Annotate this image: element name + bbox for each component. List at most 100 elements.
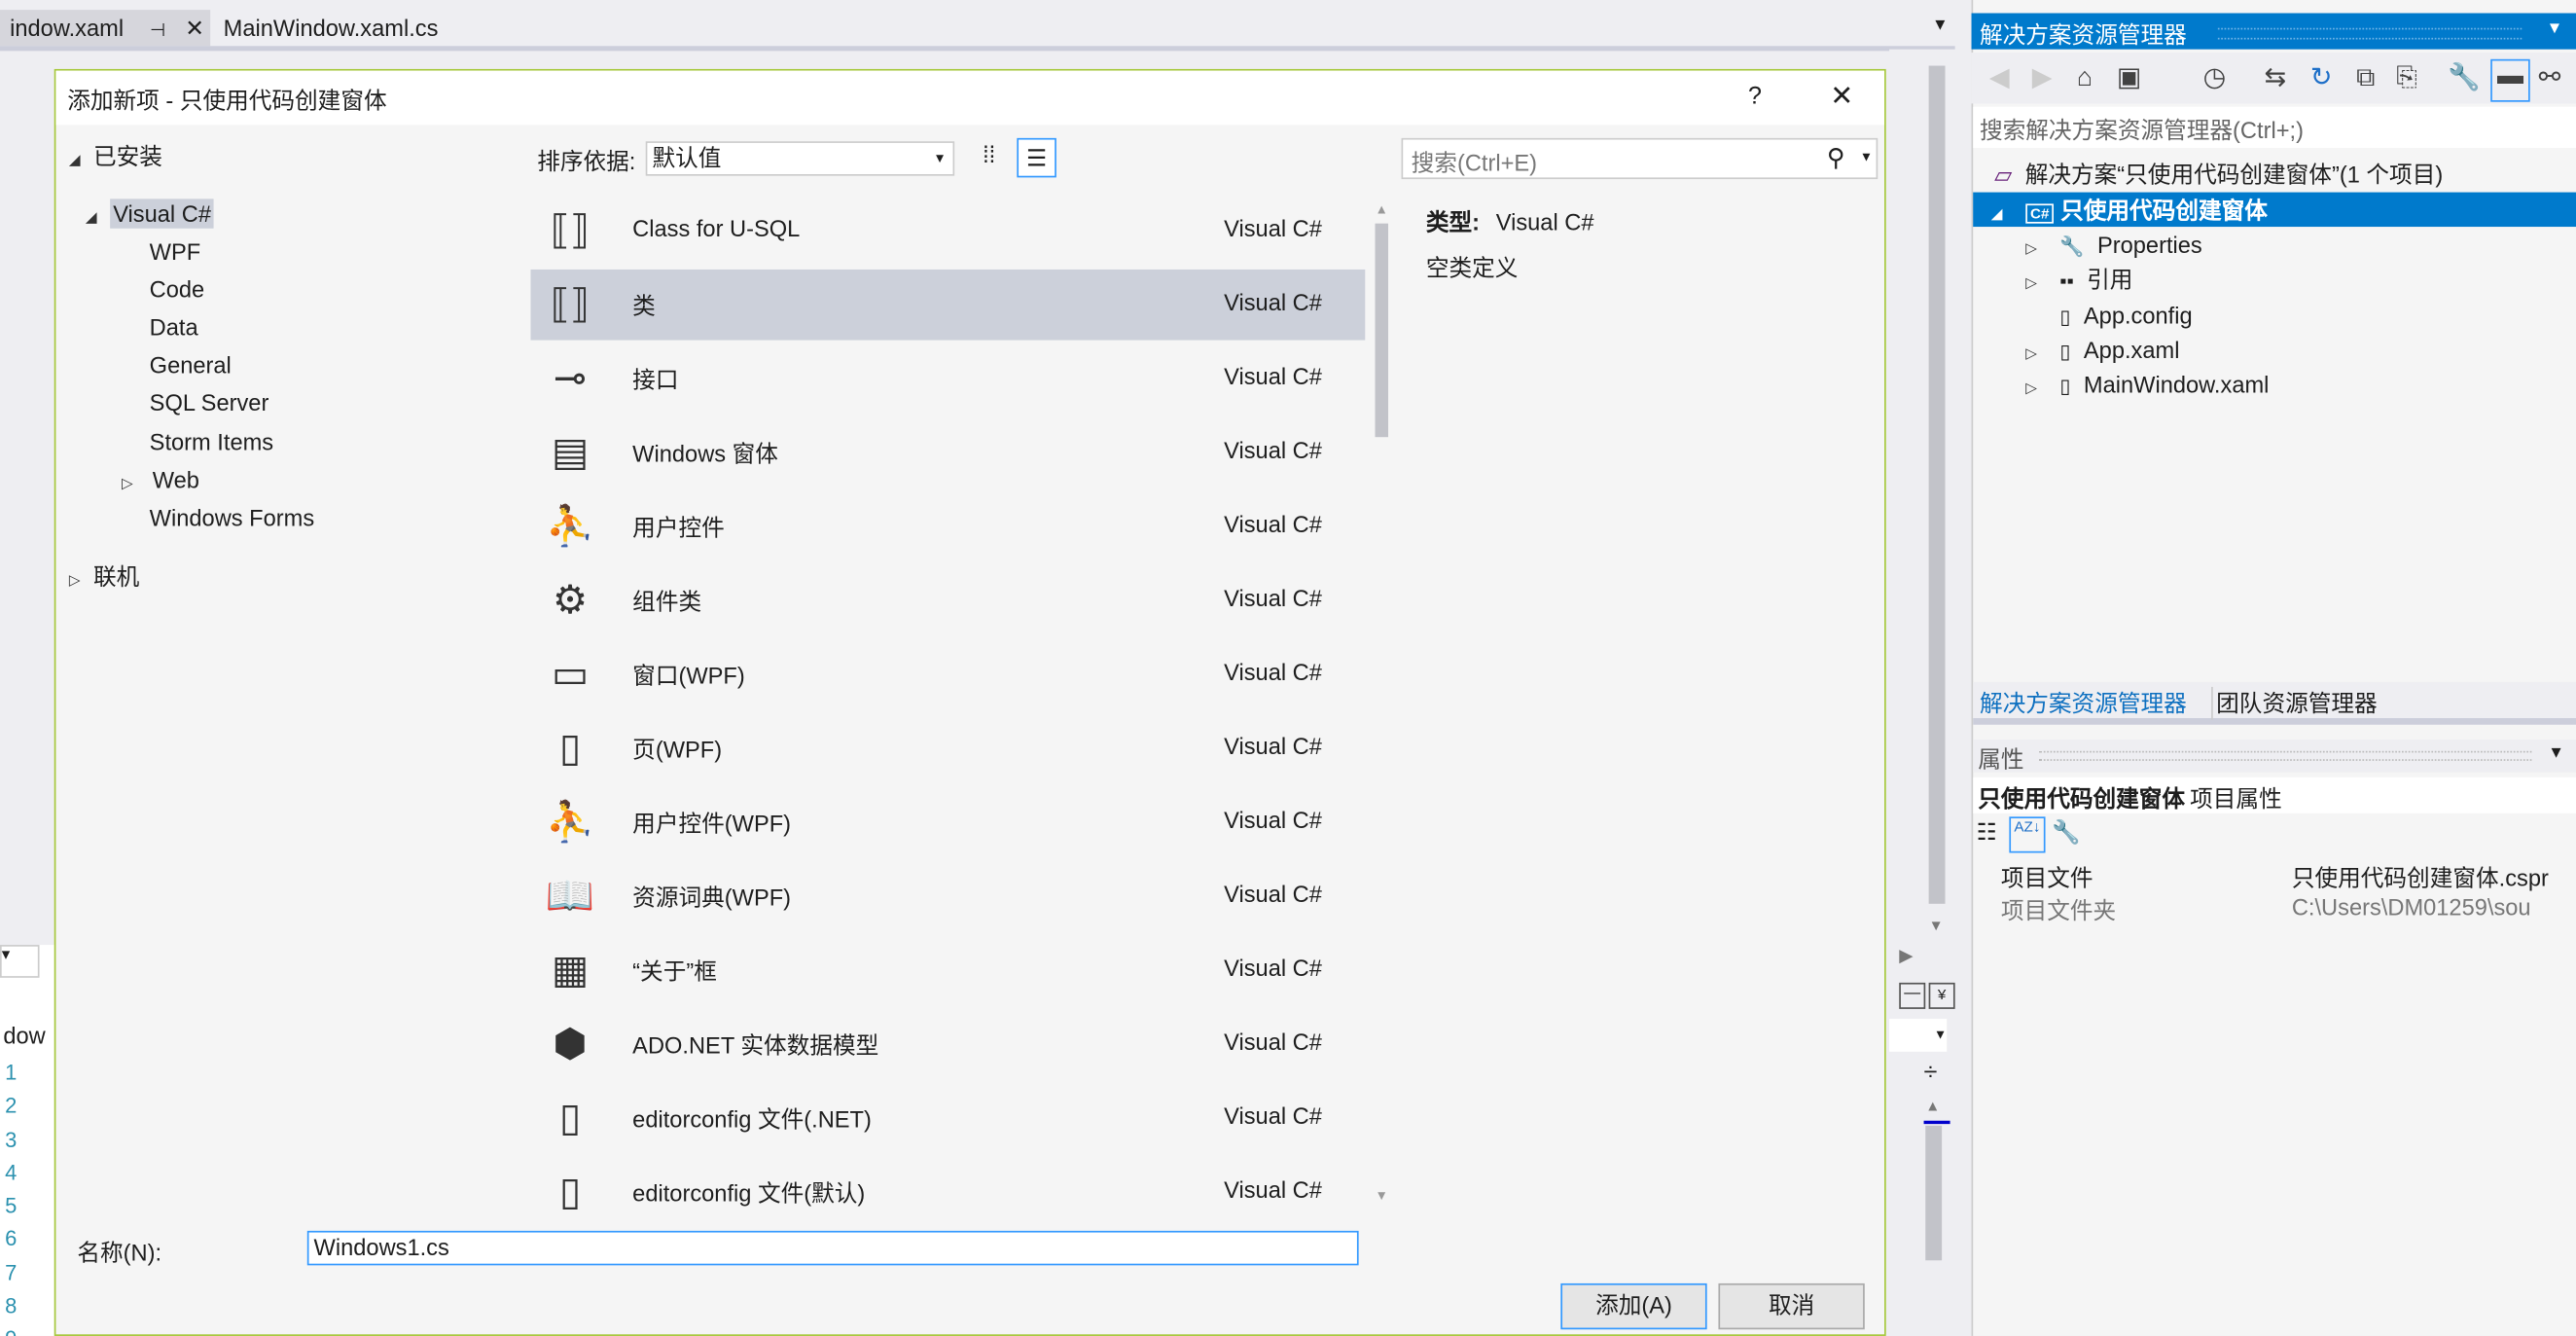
split-view-icon[interactable]: — <box>1899 982 1926 1009</box>
pending-changes-icon[interactable]: ◷ <box>2199 62 2232 95</box>
template-item[interactable]: ⟦⟧ 类 Visual C# <box>530 269 1366 341</box>
collapse-all-icon[interactable]: ⧉ <box>2349 62 2382 95</box>
template-search-input[interactable]: 搜索(Ctrl+E) ⚲ ▼ <box>1401 137 1878 180</box>
tree-node[interactable]: ▷ ▯ MainWindow.xaml <box>2025 369 2269 402</box>
template-item[interactable]: ⛹ 用户控件(WPF) Visual C# <box>530 787 1365 858</box>
template-item[interactable]: ▤ Windows 窗体 Visual C# <box>530 417 1365 488</box>
template-item[interactable]: ⟦⟧ Class for U-SQL Visual C# <box>530 196 1365 267</box>
show-all-files-icon[interactable]: ⎘ <box>2390 62 2423 95</box>
tree-item[interactable]: SQL Server <box>150 387 269 420</box>
pin-icon[interactable]: ⊣ <box>150 21 165 41</box>
tree-item[interactable]: Windows Forms <box>150 501 314 534</box>
template-item[interactable]: ⛹ 用户控件 Visual C# <box>530 491 1365 562</box>
cancel-button[interactable]: 取消 <box>1718 1282 1865 1330</box>
template-item[interactable]: ⬢ ADO.NET 实体数据模型 Visual C# <box>530 1009 1365 1080</box>
small-icons-view-button[interactable]: ⁞⁞ <box>973 141 1006 174</box>
tree-item[interactable]: Data <box>150 310 198 343</box>
line-number: 1 <box>5 1060 18 1085</box>
scroll-down-icon[interactable]: ▼ <box>1376 1188 1388 1203</box>
tree-node[interactable]: ▷ ▪▪ 引用 <box>2025 264 2132 297</box>
class-diagram-icon[interactable]: ⚯ <box>2533 62 2566 95</box>
line-number: 2 <box>5 1093 18 1118</box>
sort-value: 默认值 <box>652 144 722 171</box>
refresh-icon[interactable]: ↻ <box>2305 62 2338 95</box>
template-language: Visual C# <box>1224 363 1322 390</box>
chevron-down-icon[interactable]: ▼ <box>2547 19 2563 38</box>
alphabetical-sort-icon[interactable]: AZ↓ <box>2009 816 2046 853</box>
tree-item[interactable]: Code <box>150 272 205 306</box>
tab-overflow-icon[interactable]: ▼ <box>1932 17 1949 35</box>
close-button[interactable]: ✕ <box>1830 81 1853 114</box>
tab-solution-explorer[interactable]: 解决方案资源管理器 <box>1980 687 2187 720</box>
property-pages-wrench-icon[interactable]: 🔧 <box>2052 818 2080 847</box>
tree-item[interactable]: Storm Items <box>150 425 273 458</box>
editor-scrollbar[interactable] <box>1928 65 1946 904</box>
search-icon[interactable]: ⚲ <box>1827 143 1845 173</box>
tree-installed[interactable]: ◢ 已安装 <box>69 140 162 173</box>
template-item[interactable]: ▯ 页(WPF) Visual C# <box>530 713 1365 784</box>
scroll-up-icon[interactable]: ▲ <box>1925 1098 1940 1114</box>
tree-item[interactable]: ▷ Web <box>122 463 199 496</box>
tree-project[interactable]: ◢ C# 只使用代码创建窗体 <box>1991 194 2268 227</box>
caret-marker <box>1923 1120 1950 1125</box>
categorized-icon[interactable]: ☷ <box>1977 818 1997 847</box>
switch-views-icon[interactable]: ▣ <box>2113 62 2146 95</box>
add-button[interactable]: 添加(A) <box>1560 1282 1707 1330</box>
split-icon[interactable]: ÷ <box>1924 1059 1938 1087</box>
expand-arrow-icon: ▷ <box>2025 379 2037 397</box>
tree-label: App.config <box>2083 302 2193 329</box>
template-language: Visual C# <box>1224 585 1322 612</box>
editor-side-strip: ▼ ▶ — ¥ ▼ ÷ ▲ <box>1889 49 1969 1336</box>
tab-mainwindow-xaml-cs[interactable]: MainWindow.xaml.cs <box>214 10 448 46</box>
properties-title-bar: 属性 ▼ <box>1973 739 2576 773</box>
tab-team-explorer[interactable]: 团队资源管理器 <box>2211 686 2378 720</box>
sync-icon[interactable]: ⇆ <box>2259 62 2292 95</box>
drag-grip[interactable] <box>2038 750 2532 761</box>
tree-label: Storm Items <box>149 427 274 454</box>
property-row[interactable]: 项目文件 只使用代码创建窗体.cspr <box>1973 858 2576 890</box>
tree-node[interactable]: ▷ ▯ App.xaml <box>2025 334 2179 367</box>
template-item[interactable]: 📖 资源词典(WPF) Visual C# <box>530 861 1365 932</box>
template-item[interactable]: ▦ “关于”框 Visual C# <box>530 935 1365 1006</box>
template-item[interactable]: ⊸ 接口 Visual C# <box>530 343 1365 415</box>
sort-dropdown[interactable]: 默认值 ▼ <box>645 141 955 176</box>
preview-icon[interactable]: ▬ <box>2490 58 2530 102</box>
template-item[interactable]: ⚙ 组件类 Visual C# <box>530 565 1365 636</box>
tree-item[interactable]: WPF <box>150 235 201 268</box>
forward-icon[interactable]: ▶ <box>2025 62 2058 95</box>
home-icon[interactable]: ⌂ <box>2068 62 2101 95</box>
expand-arrow-icon[interactable]: ▶ <box>1899 945 1913 966</box>
template-item[interactable]: ▯ editorconfig 文件(默认) Visual C# <box>530 1157 1365 1217</box>
tree-node[interactable]: ▷ 🔧 Properties <box>2025 229 2201 262</box>
template-item[interactable]: ▯ editorconfig 文件(.NET) Visual C# <box>530 1083 1365 1154</box>
tree-item[interactable]: General <box>150 349 232 382</box>
help-button[interactable]: ? <box>1748 82 1762 110</box>
tree-label: WPF <box>149 237 201 265</box>
tree-node[interactable]: ▷ ▯ App.config <box>2025 299 2192 332</box>
property-row[interactable]: 项目文件夹 C:\Users\DM01259\sou <box>1973 890 2576 923</box>
swap-panes-icon[interactable]: ¥ <box>1928 982 1955 1009</box>
close-icon[interactable]: ✕ <box>185 15 204 41</box>
chevron-down-icon[interactable]: ▼ <box>1860 150 1873 164</box>
code-editor[interactable]: ▾ dow 1 2 3 4 5 6 7 8 9 <box>0 945 54 1336</box>
scroll-down-icon[interactable]: ▼ <box>1929 917 1944 933</box>
list-scrollbar[interactable]: ▲ ▼ <box>1370 199 1393 1210</box>
member-dropdown[interactable]: ▼ <box>1889 1019 1948 1052</box>
scroll-up-icon[interactable]: ▲ <box>1376 202 1388 217</box>
back-icon[interactable]: ◀ <box>1983 62 2016 95</box>
chevron-down-icon[interactable]: ▼ <box>2548 744 2564 763</box>
properties-object-selector[interactable]: 只使用代码创建窗体 项目属性 <box>1973 776 2576 813</box>
drag-grip[interactable] <box>2217 27 2522 40</box>
code-scrollbar-thumb[interactable] <box>1925 1125 1943 1261</box>
properties-wrench-icon[interactable]: 🔧 <box>2448 62 2481 95</box>
template-item[interactable]: ▭ 窗口(WPF) Visual C# <box>530 639 1365 710</box>
scope-dropdown[interactable]: ▾ <box>0 945 40 978</box>
name-input[interactable]: Windows1.cs <box>306 1230 1359 1266</box>
tree-online[interactable]: ▷ 联机 <box>69 560 139 594</box>
list-view-button[interactable]: ☰ <box>1017 137 1056 178</box>
solution-search-input[interactable]: 搜索解决方案资源管理器(Ctrl+;) <box>1973 106 2576 148</box>
scrollbar-thumb[interactable] <box>1375 223 1389 438</box>
tree-solution[interactable]: ▱ 解决方案“只使用代码创建窗体”(1 个项目) <box>1994 158 2443 191</box>
tab-mainwindow-xaml[interactable]: indow.xaml ⊣ ✕ <box>0 10 211 47</box>
tree-visual-csharp[interactable]: ◢ Visual C# <box>86 198 215 231</box>
